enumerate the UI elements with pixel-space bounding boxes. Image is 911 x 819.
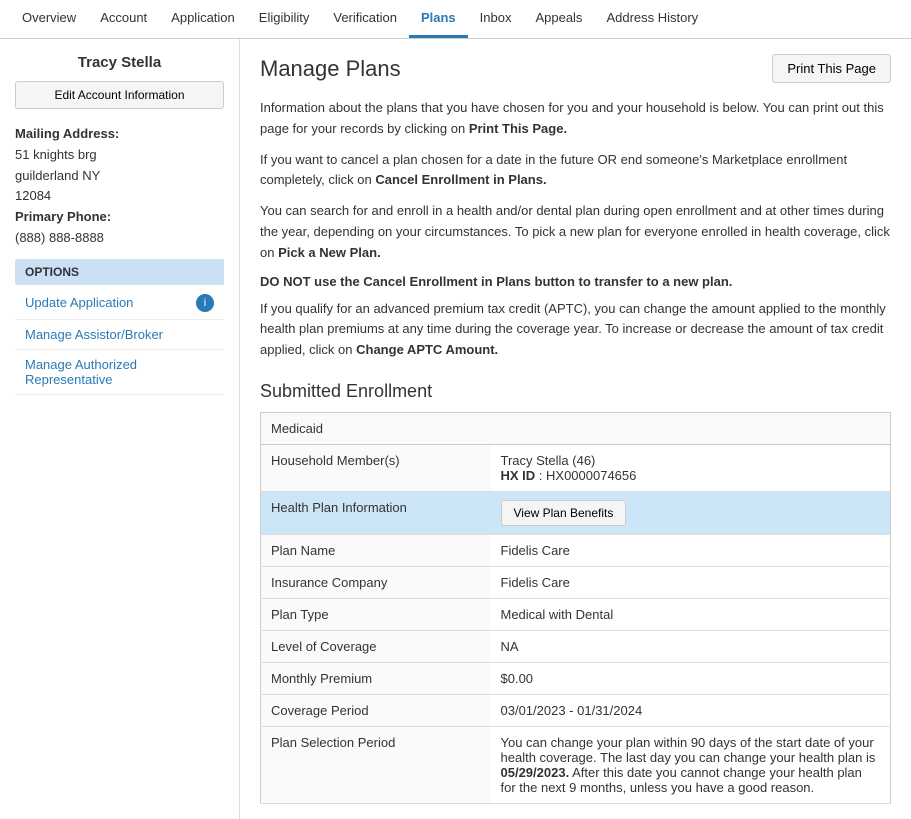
info-text-1: Information about the plans that you hav… [260,98,891,140]
info-text-2: If you want to cancel a plan chosen for … [260,150,891,192]
coverage-period-value: 03/01/2023 - 01/31/2024 [491,694,891,726]
nav-application[interactable]: Application [159,0,247,38]
plan-type-value: Medical with Dental [491,598,891,630]
phone-number: (888) 888-8888 [15,228,224,249]
phone-label: Primary Phone: [15,207,224,228]
plan-selection-period-row: Plan Selection Period You can change you… [261,726,891,803]
health-plan-info-label: Health Plan Information [261,491,491,534]
household-member-row: Household Member(s) Tracy Stella (46) HX… [261,444,891,491]
top-navigation: Overview Account Application Eligibility… [0,0,911,39]
address-line1: 51 knights brg [15,145,224,166]
plan-type-row: Plan Type Medical with Dental [261,598,891,630]
monthly-premium-label: Monthly Premium [261,662,491,694]
plan-name-row: Plan Name Fidelis Care [261,534,891,566]
nav-appeals[interactable]: Appeals [523,0,594,38]
coverage-period-row: Coverage Period 03/01/2023 - 01/31/2024 [261,694,891,726]
nav-overview[interactable]: Overview [10,0,88,38]
insurance-company-label: Insurance Company [261,566,491,598]
nav-verification[interactable]: Verification [321,0,409,38]
sidebar: Tracy Stella Edit Account Information Ma… [0,39,240,819]
nav-address-history[interactable]: Address History [594,0,710,38]
household-member-value: Tracy Stella (46) HX ID : HX0000074656 [491,444,891,491]
info-text-3: You can search for and enroll in a healt… [260,201,891,263]
page-header: Manage Plans Print This Page [260,54,891,83]
coverage-period-label: Coverage Period [261,694,491,726]
update-application-link[interactable]: Update Application i [15,287,224,320]
insurance-company-value: Fidelis Care [491,566,891,598]
manage-authorized-rep-link[interactable]: Manage Authorized Representative [15,350,224,395]
plan-type-label: Plan Type [261,598,491,630]
health-plan-info-action: View Plan Benefits [491,491,891,534]
enrollment-table: Medicaid Household Member(s) Tracy Stell… [260,412,891,804]
nav-plans[interactable]: Plans [409,0,468,38]
main-content: Manage Plans Print This Page Information… [240,39,911,819]
manage-assistor-label: Manage Assistor/Broker [25,327,163,342]
plan-selection-period-value: You can change your plan within 90 days … [491,726,891,803]
user-name: Tracy Stella [15,54,224,71]
view-plan-benefits-button[interactable]: View Plan Benefits [501,500,627,526]
medicaid-header: Medicaid [261,412,891,444]
health-plan-info-row: Health Plan Information View Plan Benefi… [261,491,891,534]
coverage-level-row: Level of Coverage NA [261,630,891,662]
insurance-company-row: Insurance Company Fidelis Care [261,566,891,598]
update-application-icon: i [196,294,214,312]
info-text-4: If you qualify for an advanced premium t… [260,299,891,361]
options-header: OPTIONS [15,259,224,285]
edit-account-button[interactable]: Edit Account Information [15,81,224,109]
plan-name-value: Fidelis Care [491,534,891,566]
address-line3: 12084 [15,186,224,207]
monthly-premium-row: Monthly Premium $0.00 [261,662,891,694]
print-button[interactable]: Print This Page [772,54,891,83]
address-line2: guilderland NY [15,166,224,187]
submitted-enrollment-title: Submitted Enrollment [260,381,891,402]
coverage-level-value: NA [491,630,891,662]
nav-eligibility[interactable]: Eligibility [247,0,322,38]
plan-name-label: Plan Name [261,534,491,566]
manage-authorized-rep-label: Manage Authorized Representative [25,357,214,387]
coverage-level-label: Level of Coverage [261,630,491,662]
nav-account[interactable]: Account [88,0,159,38]
mailing-address-block: Mailing Address: 51 knights brg guilderl… [15,124,224,249]
nav-inbox[interactable]: Inbox [468,0,524,38]
plan-selection-period-label: Plan Selection Period [261,726,491,803]
table-header-row: Medicaid [261,412,891,444]
page-title: Manage Plans [260,56,401,82]
warning-text: DO NOT use the Cancel Enrollment in Plan… [260,274,891,289]
hx-id-value: HX ID : HX0000074656 [501,468,881,483]
manage-assistor-link[interactable]: Manage Assistor/Broker [15,320,224,350]
mailing-address-label: Mailing Address: [15,124,224,145]
monthly-premium-value: $0.00 [491,662,891,694]
update-application-label: Update Application [25,295,133,310]
household-member-label: Household Member(s) [261,444,491,491]
